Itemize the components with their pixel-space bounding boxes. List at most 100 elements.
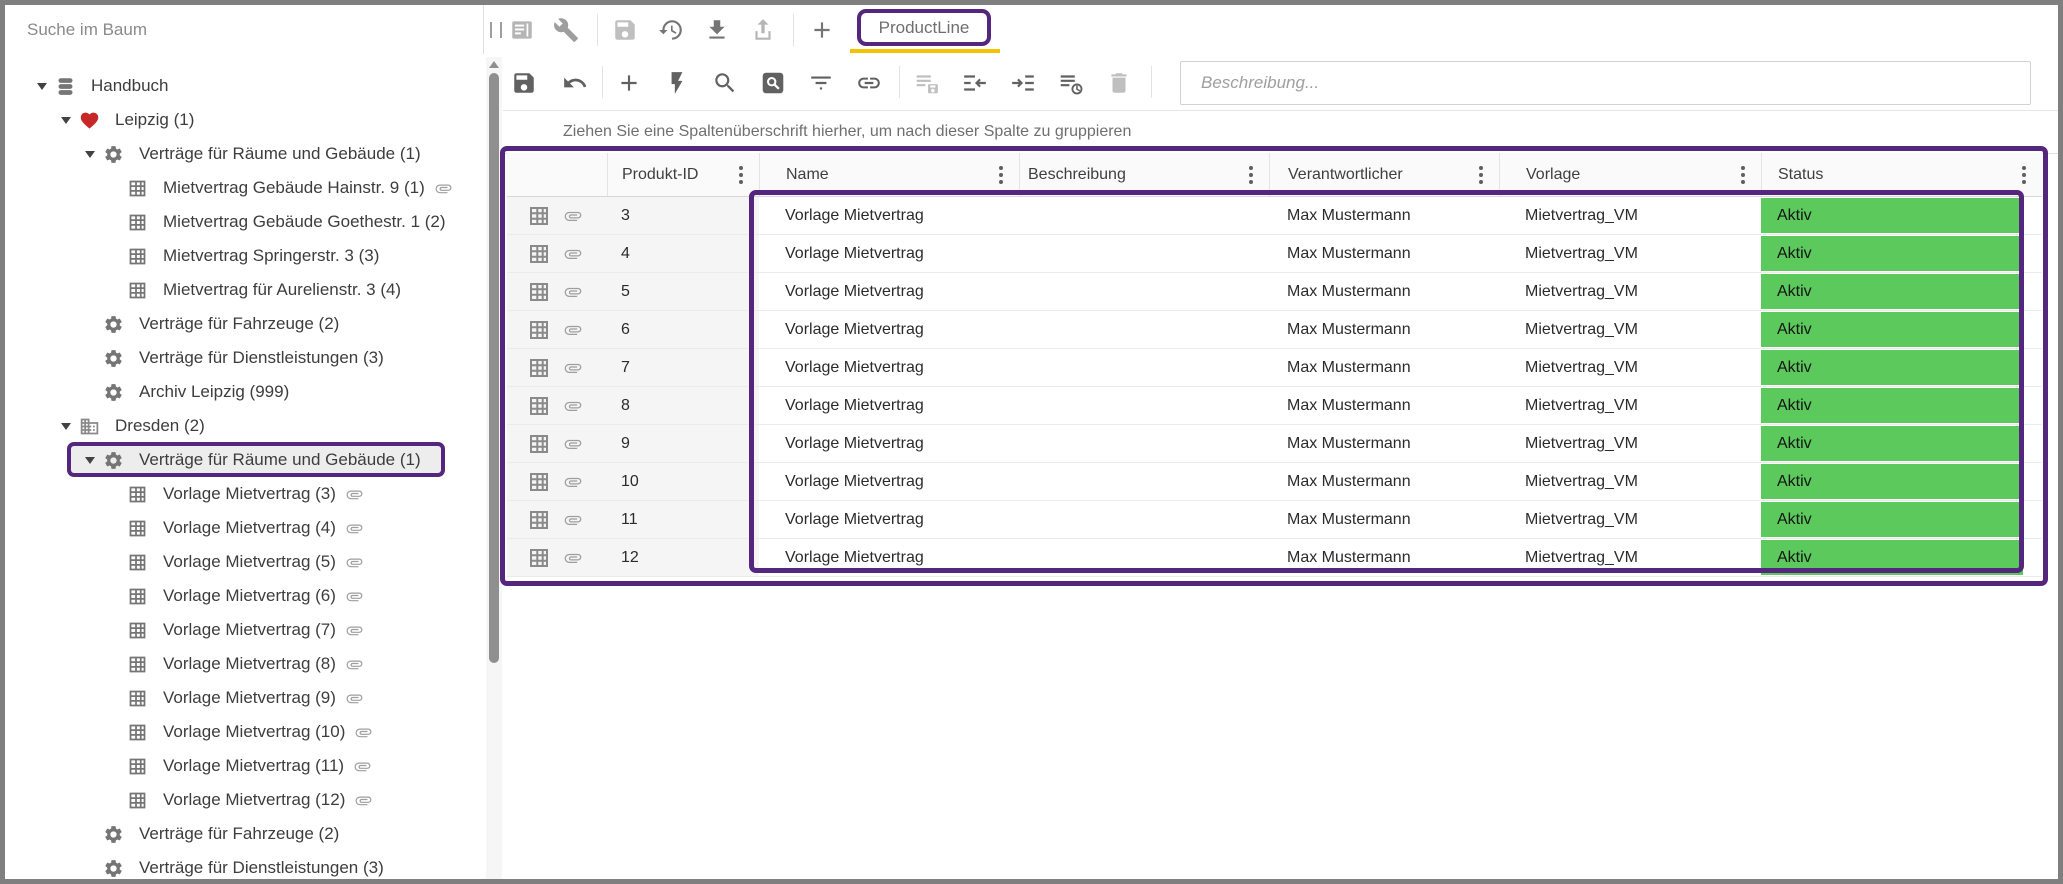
wrench-icon[interactable]: [553, 17, 579, 43]
header-cell-name[interactable]: Name: [759, 153, 1019, 196]
paperclip-icon[interactable]: [563, 434, 583, 454]
undo-icon[interactable]: [562, 70, 588, 96]
caret-down-icon[interactable]: [77, 151, 103, 158]
header-cell-beschreibung[interactable]: Beschreibung: [1019, 153, 1269, 196]
grid-icon[interactable]: [527, 470, 551, 494]
header-cell-verantwortlicher[interactable]: Verantwortlicher: [1269, 153, 1499, 196]
list-expand-icon[interactable]: [1010, 70, 1036, 96]
tree-item[interactable]: Vorlage Mietvertrag (4): [5, 511, 483, 545]
column-menu-icon[interactable]: [739, 173, 743, 177]
column-menu-icon[interactable]: [999, 173, 1003, 177]
tree-item[interactable]: Vorlage Mietvertrag (7): [5, 613, 483, 647]
tree-scrollbar[interactable]: [486, 57, 502, 879]
history-icon[interactable]: [658, 17, 684, 43]
tree-item[interactable]: Vorlage Mietvertrag (11): [5, 749, 483, 783]
list-history-icon[interactable]: [1058, 70, 1084, 96]
grid-icon[interactable]: [527, 394, 551, 418]
tree-item[interactable]: Mietvertrag für Aurelienstr. 3 (4): [5, 273, 483, 307]
tree-item[interactable]: Vorlage Mietvertrag (8): [5, 647, 483, 681]
tree-item[interactable]: Verträge für Dienstleistungen (3): [5, 341, 483, 375]
tree-item[interactable]: Verträge für Dienstleistungen (3): [5, 851, 483, 879]
paperclip-icon[interactable]: [563, 548, 583, 568]
caret-down-icon[interactable]: [77, 457, 103, 464]
caret-down-icon[interactable]: [53, 423, 79, 430]
grid-icon[interactable]: [527, 280, 551, 304]
table-row[interactable]: 5Vorlage MietvertragMax MustermannMietve…: [507, 273, 2042, 311]
tree-item[interactable]: Verträge für Räume und Gebäude (1): [5, 137, 483, 171]
paperclip-icon[interactable]: [563, 206, 583, 226]
table-row[interactable]: 3Vorlage MietvertragMax MustermannMietve…: [507, 197, 2042, 235]
flash-icon[interactable]: [664, 70, 690, 96]
form-panel-icon[interactable]: [509, 17, 535, 43]
table-row[interactable]: 9Vorlage MietvertragMax MustermannMietve…: [507, 425, 2042, 463]
tree-item[interactable]: Mietvertrag Gebäude Hainstr. 9 (1): [5, 171, 483, 205]
tree-item[interactable]: Vorlage Mietvertrag (6): [5, 579, 483, 613]
tree-item[interactable]: Dresden (2): [5, 409, 483, 443]
table-row[interactable]: 8Vorlage MietvertragMax MustermannMietve…: [507, 387, 2042, 425]
tree-item[interactable]: Verträge für Fahrzeuge (2): [5, 307, 483, 341]
tree-item[interactable]: Handbuch: [5, 69, 483, 103]
column-menu-icon[interactable]: [1479, 173, 1483, 177]
grid-icon[interactable]: [527, 356, 551, 380]
column-menu-icon[interactable]: [1249, 173, 1253, 177]
table-row[interactable]: 4Vorlage MietvertragMax MustermannMietve…: [507, 235, 2042, 273]
add-tab-icon[interactable]: [809, 17, 835, 43]
list-collapse-icon[interactable]: [962, 70, 988, 96]
filter-icon[interactable]: [808, 70, 834, 96]
save-icon[interactable]: [511, 70, 537, 96]
table-row[interactable]: 11Vorlage MietvertragMax MustermannMietv…: [507, 501, 2042, 539]
caret-down-icon[interactable]: [29, 83, 55, 90]
tree-item-label: Dresden (2): [115, 416, 205, 436]
list-save-icon[interactable]: [914, 70, 940, 96]
grid-icon[interactable]: [527, 432, 551, 456]
table-row[interactable]: 7Vorlage MietvertragMax MustermannMietve…: [507, 349, 2042, 387]
table-row[interactable]: 12Vorlage MietvertragMax MustermannMietv…: [507, 539, 2042, 577]
paperclip-icon[interactable]: [563, 472, 583, 492]
header-cell-id[interactable]: Produkt-ID: [607, 153, 759, 196]
scrollbar-thumb[interactable]: [489, 73, 499, 663]
tree-item[interactable]: Archiv Leipzig (999): [5, 375, 483, 409]
paperclip-icon[interactable]: [563, 358, 583, 378]
grid-icon[interactable]: [527, 508, 551, 532]
upload-icon[interactable]: [750, 17, 776, 43]
save-icon[interactable]: [612, 17, 638, 43]
tree-item[interactable]: Verträge für Räume und Gebäude (1): [5, 443, 483, 477]
paperclip-icon[interactable]: [563, 320, 583, 340]
tree-item[interactable]: Vorlage Mietvertrag (10): [5, 715, 483, 749]
tree-item[interactable]: Vorlage Mietvertrag (12): [5, 783, 483, 817]
tab-productline[interactable]: ProductLine: [857, 9, 991, 46]
table-row[interactable]: 6Vorlage MietvertragMax MustermannMietve…: [507, 311, 2042, 349]
grid-icon[interactable]: [527, 204, 551, 228]
delete-icon[interactable]: [1106, 70, 1132, 96]
description-input[interactable]: [1180, 61, 2031, 105]
tree-item[interactable]: Verträge für Fahrzeuge (2): [5, 817, 483, 851]
tree-search-input[interactable]: [5, 5, 497, 54]
tree-item[interactable]: Vorlage Mietvertrag (9): [5, 681, 483, 715]
grid-icon[interactable]: [527, 546, 551, 570]
scroll-up-icon[interactable]: [489, 61, 499, 68]
search-icon[interactable]: [712, 70, 738, 96]
paperclip-icon[interactable]: [563, 282, 583, 302]
caret-down-icon[interactable]: [53, 117, 79, 124]
download-icon[interactable]: [704, 17, 730, 43]
tree-item[interactable]: Vorlage Mietvertrag (3): [5, 477, 483, 511]
paperclip-icon[interactable]: [563, 244, 583, 264]
splitter-drag-handle[interactable]: [490, 22, 502, 38]
tree-item[interactable]: Mietvertrag Gebäude Goethestr. 1 (2): [5, 205, 483, 239]
table-row[interactable]: 10Vorlage MietvertragMax MustermannMietv…: [507, 463, 2042, 501]
tree-item[interactable]: Vorlage Mietvertrag (5): [5, 545, 483, 579]
header-cell-status[interactable]: Status: [1761, 153, 2042, 196]
tree-item[interactable]: Mietvertrag Springerstr. 3 (3): [5, 239, 483, 273]
paperclip-icon[interactable]: [563, 510, 583, 530]
grid-icon[interactable]: [527, 242, 551, 266]
paperclip-icon[interactable]: [563, 396, 583, 416]
group-by-hint-bar[interactable]: Ziehen Sie eine Spaltenüberschrift hierh…: [503, 110, 2058, 154]
tree-item[interactable]: Leipzig (1): [5, 103, 483, 137]
add-row-icon[interactable]: [616, 70, 642, 96]
grid-icon[interactable]: [527, 318, 551, 342]
column-menu-icon[interactable]: [1741, 173, 1745, 177]
header-cell-vorlage[interactable]: Vorlage: [1499, 153, 1761, 196]
search-box-icon[interactable]: [760, 70, 786, 96]
column-menu-icon[interactable]: [2022, 173, 2026, 177]
link-icon[interactable]: [856, 70, 882, 96]
